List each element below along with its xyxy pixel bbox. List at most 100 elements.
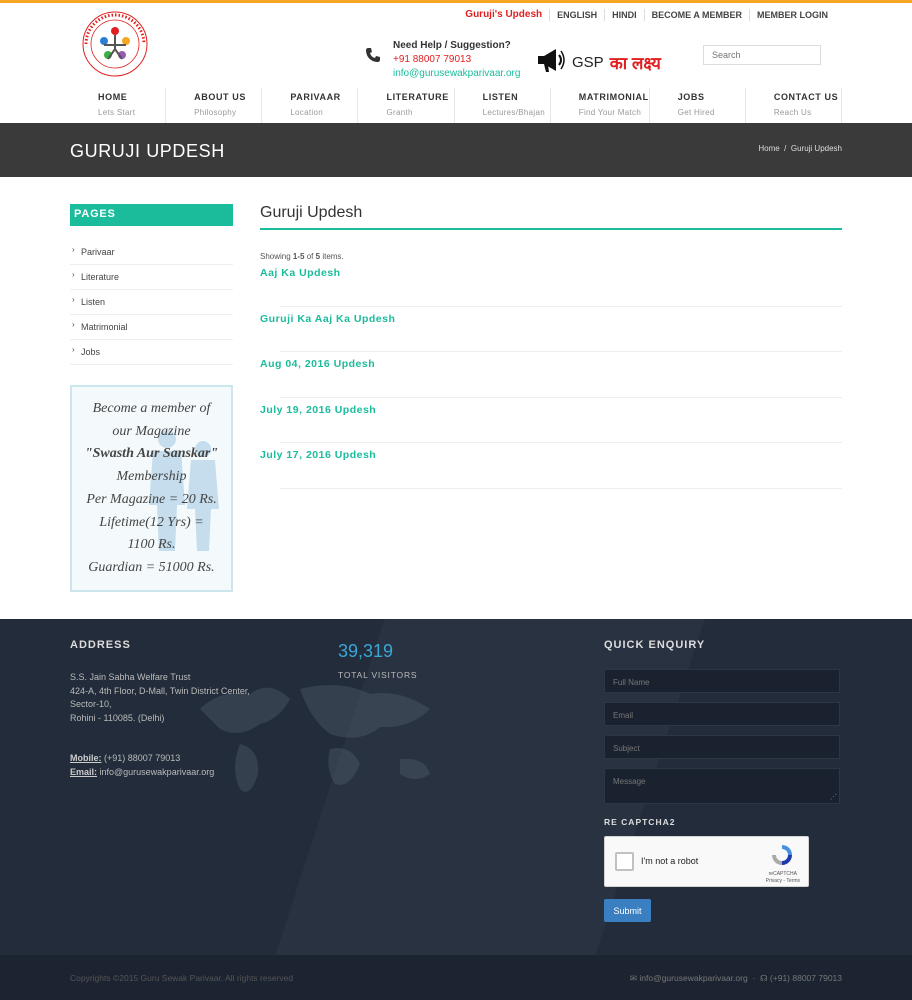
search-input[interactable] xyxy=(703,45,821,65)
recaptcha-links[interactable]: Privacy - Terms xyxy=(766,878,800,885)
sidebar-item-label: Parivaar xyxy=(81,247,115,257)
updesh-link[interactable]: July 19, 2016 Updesh xyxy=(260,404,376,416)
item-summary: Showing 1-5 of 5 items. xyxy=(260,252,842,261)
chevron-right-icon: › xyxy=(72,270,75,279)
phone-icon xyxy=(365,47,381,66)
help-email[interactable]: info@gurusewakparivaar.org xyxy=(393,67,520,81)
address-heading: ADDRESS xyxy=(70,639,131,651)
footer-email[interactable]: Email: info@gurusewakparivaar.org xyxy=(70,766,250,780)
site-logo[interactable] xyxy=(80,9,150,79)
divider xyxy=(280,487,842,489)
sidebar-item-label: Matrimonial xyxy=(81,322,128,332)
nav-item-listen[interactable]: LISTEN Lectures/Bhajan xyxy=(455,88,551,123)
breadcrumb-current: Guruji Updesh xyxy=(790,144,842,153)
updesh-link[interactable]: Aaj Ka Updesh xyxy=(260,267,341,279)
site-header: Guruji's Updesh ENGLISH HINDI BECOME A M… xyxy=(0,3,912,123)
summary-text: Showing xyxy=(260,252,291,261)
nav-label: JOBS xyxy=(677,92,705,102)
chevron-right-icon: › xyxy=(72,320,75,329)
submit-button[interactable]: Submit xyxy=(604,899,651,922)
email-label: Email: xyxy=(70,766,98,777)
recaptcha-checkbox[interactable] xyxy=(615,852,634,871)
sidebar-item-literature[interactable]: › Literature xyxy=(70,265,233,290)
recaptcha-heading: RE CAPTCHA2 xyxy=(604,817,676,827)
summary-text: items. xyxy=(322,252,344,261)
sidebar-item-label: Literature xyxy=(81,272,120,282)
summary-text: of xyxy=(306,252,314,261)
list-item: July 19, 2016 Updesh xyxy=(260,398,842,443)
list-item: July 17, 2016 Updesh xyxy=(260,443,842,489)
nav-sublabel: Lets Start xyxy=(98,108,136,117)
visitor-label: TOTAL VISITORS xyxy=(338,670,418,680)
bottom-email[interactable]: info@gurusewakparivaar.org xyxy=(639,973,747,983)
top-link-become-member[interactable]: BECOME A MEMBER xyxy=(643,9,749,21)
sidebar: PAGES › Parivaar › Literature › Listen › Mat… xyxy=(70,204,233,365)
updesh-link[interactable]: Aug 04, 2016 Updesh xyxy=(260,358,375,370)
address-line: S.S. Jain Sabha Welfare Trust xyxy=(70,672,191,682)
chevron-right-icon: › xyxy=(72,245,75,254)
gsp-hindi-label: का लक्ष्य xyxy=(609,54,661,73)
sidebar-item-matrimonial[interactable]: › Matrimonial xyxy=(70,315,233,340)
summary-total: 5 xyxy=(315,252,321,261)
top-links: Guruji's Updesh ENGLISH HINDI BECOME A M… xyxy=(458,9,835,21)
full-name-field[interactable]: Full Name xyxy=(604,669,840,693)
nav-sublabel: Location xyxy=(290,108,323,117)
nav-sublabel: Get Hired xyxy=(677,108,715,117)
nav-item-contact-us[interactable]: CONTACT US Reach Us xyxy=(746,88,843,123)
nav-sublabel: Reach Us xyxy=(773,108,812,117)
address-line: Sector-10, xyxy=(70,699,112,709)
resize-handle-icon[interactable]: ⋰ xyxy=(830,793,837,801)
enquiry-heading: QUICK ENQUIRY xyxy=(604,639,706,651)
chevron-right-icon: › xyxy=(72,345,75,354)
membership-line: Per Magazine = 20 Rs. xyxy=(86,491,217,507)
top-link-english[interactable]: ENGLISH xyxy=(549,9,604,21)
recaptcha-brand-text: reCAPTCHA xyxy=(768,871,797,877)
sidebar-item-label: Jobs xyxy=(81,347,101,357)
breadcrumb-separator: / xyxy=(784,144,787,153)
footer-mobile[interactable]: Mobile: (+91) 88007 79013 xyxy=(70,752,250,766)
updesh-link[interactable]: Guruji Ka Aaj Ka Updesh xyxy=(260,313,395,325)
list-item: Guruji Ka Aaj Ka Updesh xyxy=(260,307,842,352)
top-link-hindi[interactable]: HINDI xyxy=(604,9,644,21)
page-title-banner: GURUJI UPDESH Home / Guruji Updesh xyxy=(0,123,912,177)
nav-item-about-us[interactable]: ABOUT US Philosophy xyxy=(166,88,263,123)
membership-promo[interactable]: Become a member of our Magazine "Swasth … xyxy=(70,385,233,592)
membership-line: Become a member of xyxy=(92,401,211,416)
nav-item-literature[interactable]: LITERATURE Granth xyxy=(358,88,455,123)
nav-label: MATRIMONIAL xyxy=(578,92,649,102)
top-link-updesh[interactable]: Guruji's Updesh xyxy=(458,9,549,21)
sidebar-item-parivaar[interactable]: › Parivaar xyxy=(70,240,233,265)
email-field[interactable]: Email xyxy=(604,702,840,726)
nav-label: ABOUT US xyxy=(194,92,246,102)
message-field[interactable]: Message xyxy=(604,768,840,804)
help-phone[interactable]: +91 88007 79013 xyxy=(393,53,520,67)
top-link-member-login[interactable]: MEMBER LOGIN xyxy=(749,9,835,21)
visitor-count: 39,319 xyxy=(338,641,394,661)
sidebar-item-jobs[interactable]: › Jobs xyxy=(70,340,233,365)
nav-item-jobs[interactable]: JOBS Get Hired xyxy=(650,88,746,123)
breadcrumb-home[interactable]: Home xyxy=(758,144,779,153)
nav-sublabel: Lectures/Bhajan xyxy=(482,108,545,117)
summary-range: 1-5 xyxy=(292,252,305,261)
nav-sublabel: Philosophy xyxy=(194,108,237,117)
sidebar-heading: PAGES xyxy=(70,204,233,226)
membership-line: Lifetime(12 Yrs) = xyxy=(99,514,204,530)
nav-item-matrimonial[interactable]: MATRIMONIAL Find Your Match xyxy=(551,88,650,123)
nav-item-parivaar[interactable]: PARIVAAR Location xyxy=(262,88,359,123)
envelope-icon: ✉ xyxy=(629,973,637,983)
gsp-goal-banner[interactable]: GSP का लक्ष्य xyxy=(536,47,661,78)
recaptcha-brand: reCAPTCHA Privacy - Terms xyxy=(766,871,800,885)
recaptcha-widget: I'm not a robot reCAPTCHA Privacy - Terms xyxy=(604,836,809,887)
help-title: Need Help / Suggestion? xyxy=(393,40,511,51)
sidebar-item-listen[interactable]: › Listen xyxy=(70,290,233,315)
site-footer: ADDRESS S.S. Jain Sabha Welfare Trust 42… xyxy=(0,619,912,955)
nav-sublabel: Granth xyxy=(386,108,413,117)
mobile-value: (+91) 88007 79013 xyxy=(101,753,181,763)
subject-field[interactable]: Subject xyxy=(604,735,840,759)
membership-line: our Magazine xyxy=(112,423,191,439)
list-item: Aug 04, 2016 Updesh xyxy=(260,352,842,398)
bottom-contacts: ✉ info@gurusewakparivaar.org · ☊ (+91) 8… xyxy=(629,973,842,983)
nav-item-home[interactable]: HOME Lets Start xyxy=(70,88,167,123)
updesh-link[interactable]: July 17, 2016 Updesh xyxy=(260,449,376,461)
bottom-phone[interactable]: (+91) 88007 79013 xyxy=(770,973,842,983)
